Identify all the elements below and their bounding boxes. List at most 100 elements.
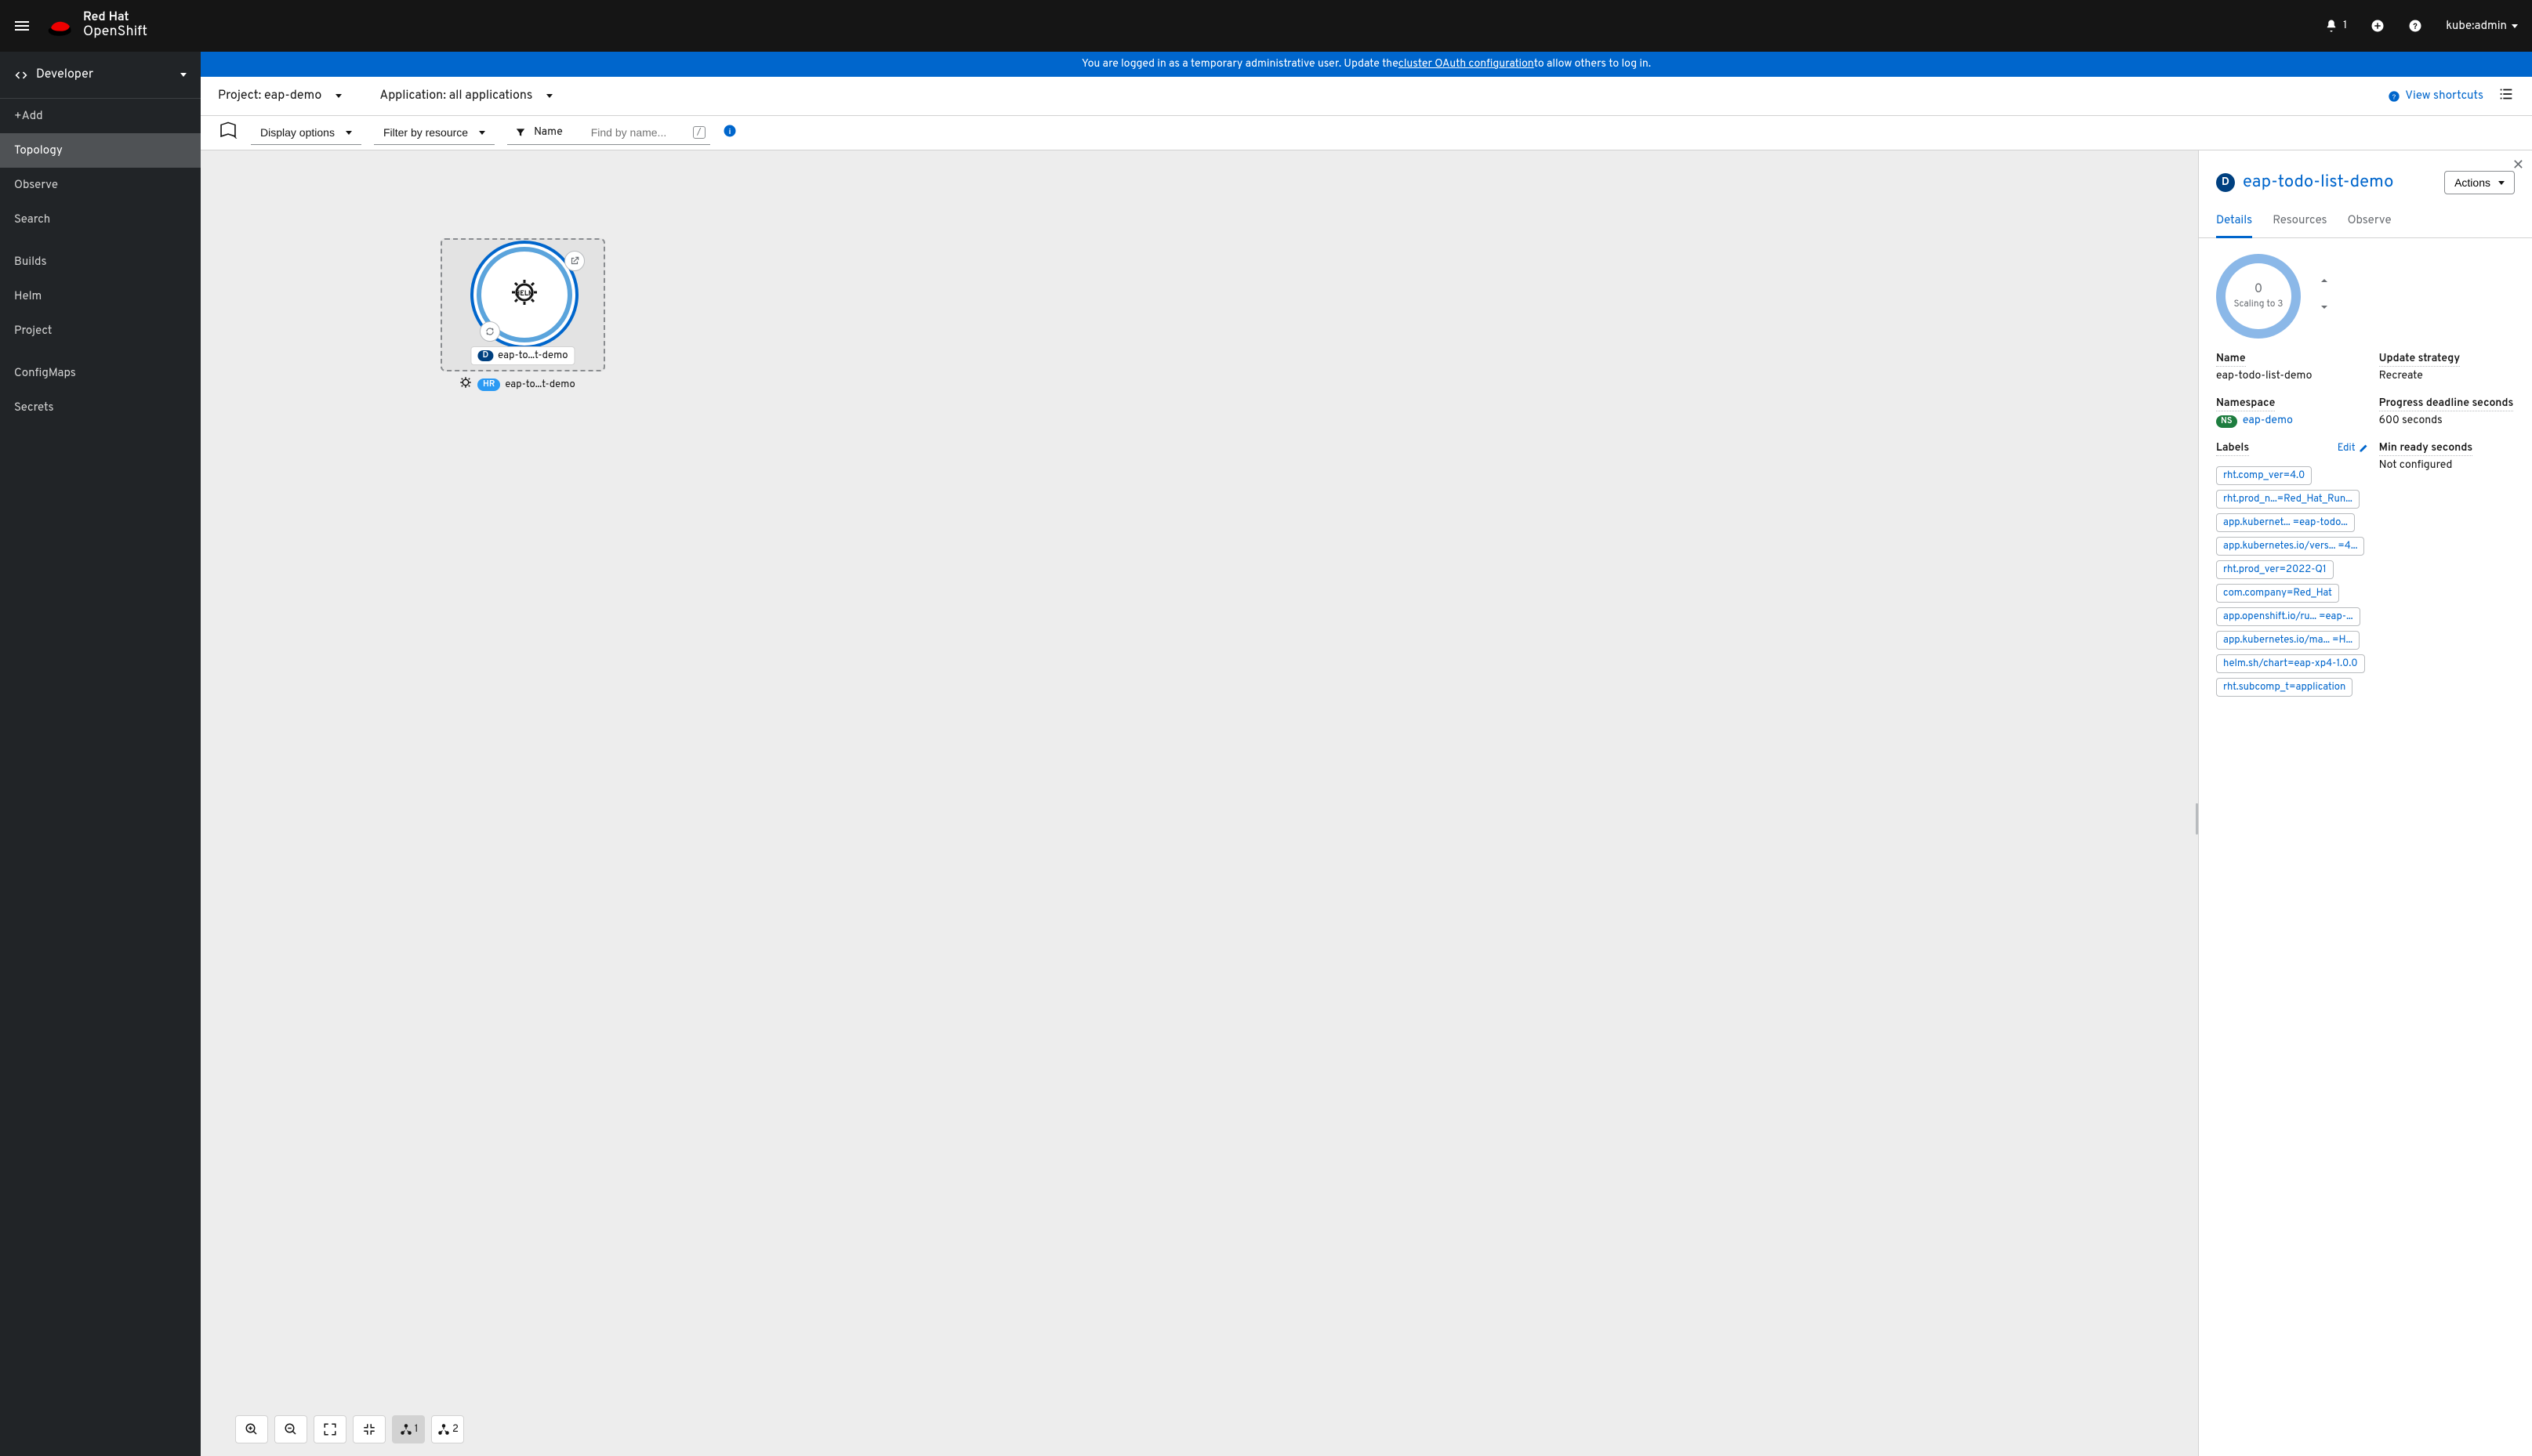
- pod-count: 0: [2254, 282, 2262, 298]
- notifications-button[interactable]: 1: [2324, 19, 2347, 33]
- nav-helm[interactable]: Helm: [0, 279, 201, 313]
- fit-to-screen-button[interactable]: [314, 1415, 346, 1443]
- expand-icon: [323, 1422, 337, 1436]
- panel-title[interactable]: eap-todo-list-demo: [2243, 172, 2436, 194]
- application-group[interactable]: HELM D eap-to...t-demo: [441, 238, 605, 371]
- reset-view-button[interactable]: [353, 1415, 386, 1443]
- topology-canvas[interactable]: HELM D eap-to...t-demo: [201, 150, 2198, 1456]
- zoom-in-button[interactable]: [235, 1415, 268, 1443]
- masthead: Red Hat OpenShift 1 ? kube:admin: [0, 0, 2532, 52]
- edit-labels-link[interactable]: Edit: [2338, 442, 2368, 455]
- label-chip[interactable]: app.kubernet... =eap-todo...: [2216, 513, 2355, 532]
- zoom-out-button[interactable]: [274, 1415, 307, 1443]
- svg-text:i: i: [728, 126, 731, 136]
- pod-donut[interactable]: 0 Scaling to 3: [2216, 254, 2301, 339]
- sync-decorator[interactable]: [480, 321, 500, 342]
- pod-status: Scaling to 3: [2233, 298, 2283, 310]
- node-name: eap-to...t-demo: [498, 350, 568, 362]
- open-url-decorator[interactable]: [564, 251, 585, 271]
- label-chip[interactable]: com.company=Red_Hat: [2216, 584, 2339, 603]
- perspective-switcher[interactable]: Developer: [0, 52, 201, 99]
- layout-1-button[interactable]: 1: [392, 1415, 425, 1443]
- chevron-down-icon: [2318, 301, 2331, 313]
- panel-tabs: Details Resources Observe: [2199, 205, 2532, 238]
- panel-body: 0 Scaling to 3 Name eap-todo-list-demo: [2199, 238, 2532, 1456]
- project-selector[interactable]: Project: eap-demo: [218, 89, 342, 104]
- label-chip[interactable]: app.openshift.io/ru... =eap-...: [2216, 607, 2360, 626]
- main-content: You are logged in as a temporary adminis…: [201, 52, 2532, 1456]
- project-label: Project: eap-demo: [218, 89, 321, 104]
- filter-resource-dropdown[interactable]: Filter by resource: [374, 121, 495, 145]
- node-label[interactable]: D eap-to...t-demo: [470, 346, 575, 365]
- detail-name-label: Name: [2216, 353, 2246, 367]
- plus-circle-icon: [2371, 19, 2385, 33]
- list-view-toggle[interactable]: [2498, 85, 2515, 107]
- detail-labels-label: Labels: [2216, 442, 2249, 456]
- detail-progress-value: 600 seconds: [2379, 415, 2515, 428]
- scale-up-button[interactable]: [2318, 274, 2331, 292]
- nav-topology[interactable]: Topology: [0, 133, 201, 168]
- label-chip[interactable]: rht.comp_ver=4.0: [2216, 466, 2312, 485]
- label-chip[interactable]: app.kubernetes.io/vers... =4...: [2216, 537, 2364, 556]
- helm-release-badge: HR: [477, 378, 500, 391]
- user-menu[interactable]: kube:admin: [2446, 19, 2518, 34]
- actions-dropdown[interactable]: Actions: [2444, 171, 2515, 194]
- nav-search[interactable]: Search: [0, 202, 201, 237]
- resize-handle[interactable]: [2196, 803, 2198, 835]
- question-circle-icon: ?: [2388, 90, 2400, 103]
- namespace-link[interactable]: eap-demo: [2243, 415, 2293, 428]
- view-shortcuts[interactable]: ? View shortcuts: [2388, 89, 2483, 103]
- external-link-icon: [569, 255, 580, 266]
- tab-observe[interactable]: Observe: [2348, 205, 2392, 237]
- question-circle-icon: ?: [2408, 19, 2422, 33]
- label-chip[interactable]: rht.prod_ver=2022-Q1: [2216, 560, 2334, 579]
- help-button[interactable]: ?: [2408, 19, 2422, 33]
- nav-project[interactable]: Project: [0, 313, 201, 348]
- nav-secrets[interactable]: Secrets: [0, 390, 201, 425]
- details-panel: ✕ D eap-todo-list-demo Actions Details R…: [2198, 150, 2532, 1456]
- caret-down-icon: [479, 131, 485, 135]
- application-selector[interactable]: Application: all applications: [379, 89, 553, 104]
- display-options-dropdown[interactable]: Display options: [251, 121, 361, 145]
- scale-down-button[interactable]: [2318, 301, 2331, 318]
- nav-toggle[interactable]: [6, 10, 38, 42]
- create-button[interactable]: [2371, 19, 2385, 33]
- layout-2-button[interactable]: 2: [431, 1415, 464, 1443]
- nav-add[interactable]: +Add: [0, 99, 201, 133]
- redhat-logo-icon: [47, 16, 74, 36]
- group-label[interactable]: HR eap-to...t-demo: [459, 375, 575, 393]
- nav-builds[interactable]: Builds: [0, 244, 201, 279]
- banner-link[interactable]: cluster OAuth configuration: [1398, 58, 1534, 71]
- name-filter: Name /: [507, 121, 710, 145]
- caret-down-icon: [346, 131, 352, 135]
- deployment-badge: D: [477, 350, 493, 361]
- caret-down-icon: [180, 73, 187, 77]
- caret-down-icon: [336, 94, 342, 98]
- label-chip[interactable]: rht.prod_n...=Red_Hat_Run...: [2216, 490, 2360, 509]
- label-chip[interactable]: app.kubernetes.io/ma... =H...: [2216, 631, 2360, 650]
- find-by-name-input[interactable]: [585, 121, 710, 145]
- namespace-badge: NS: [2216, 415, 2237, 428]
- zoom-in-icon: [245, 1422, 259, 1436]
- helm-icon: HELM: [506, 273, 543, 316]
- group-name: eap-to...t-demo: [505, 378, 575, 391]
- filter-type-select[interactable]: Name: [507, 121, 585, 145]
- nav-observe[interactable]: Observe: [0, 168, 201, 202]
- context-bar: Project: eap-demo Application: all appli…: [201, 77, 2532, 116]
- topology-icon: [399, 1422, 413, 1436]
- labels-list: rht.comp_ver=4.0 rht.prod_n...=Red_Hat_Ru…: [2216, 464, 2368, 699]
- info-button[interactable]: i: [723, 124, 737, 143]
- deployment-node[interactable]: HELM: [485, 255, 564, 334]
- tab-details[interactable]: Details: [2216, 205, 2252, 237]
- label-chip[interactable]: helm.sh/chart=eap-xp4-1.0.0: [2216, 654, 2365, 673]
- detail-namespace-label: Namespace: [2216, 397, 2275, 411]
- tab-resources[interactable]: Resources: [2273, 205, 2327, 237]
- edit-text: Edit: [2338, 442, 2356, 455]
- catalog-button[interactable]: [218, 121, 238, 146]
- nav-configmaps[interactable]: ConfigMaps: [0, 356, 201, 390]
- caret-down-icon: [2498, 181, 2505, 185]
- close-panel-button[interactable]: ✕: [2512, 157, 2524, 175]
- label-chip[interactable]: rht.subcomp_t=application: [2216, 678, 2352, 697]
- resource-badge: D: [2216, 173, 2235, 192]
- zoom-controls: 1 2: [235, 1415, 464, 1443]
